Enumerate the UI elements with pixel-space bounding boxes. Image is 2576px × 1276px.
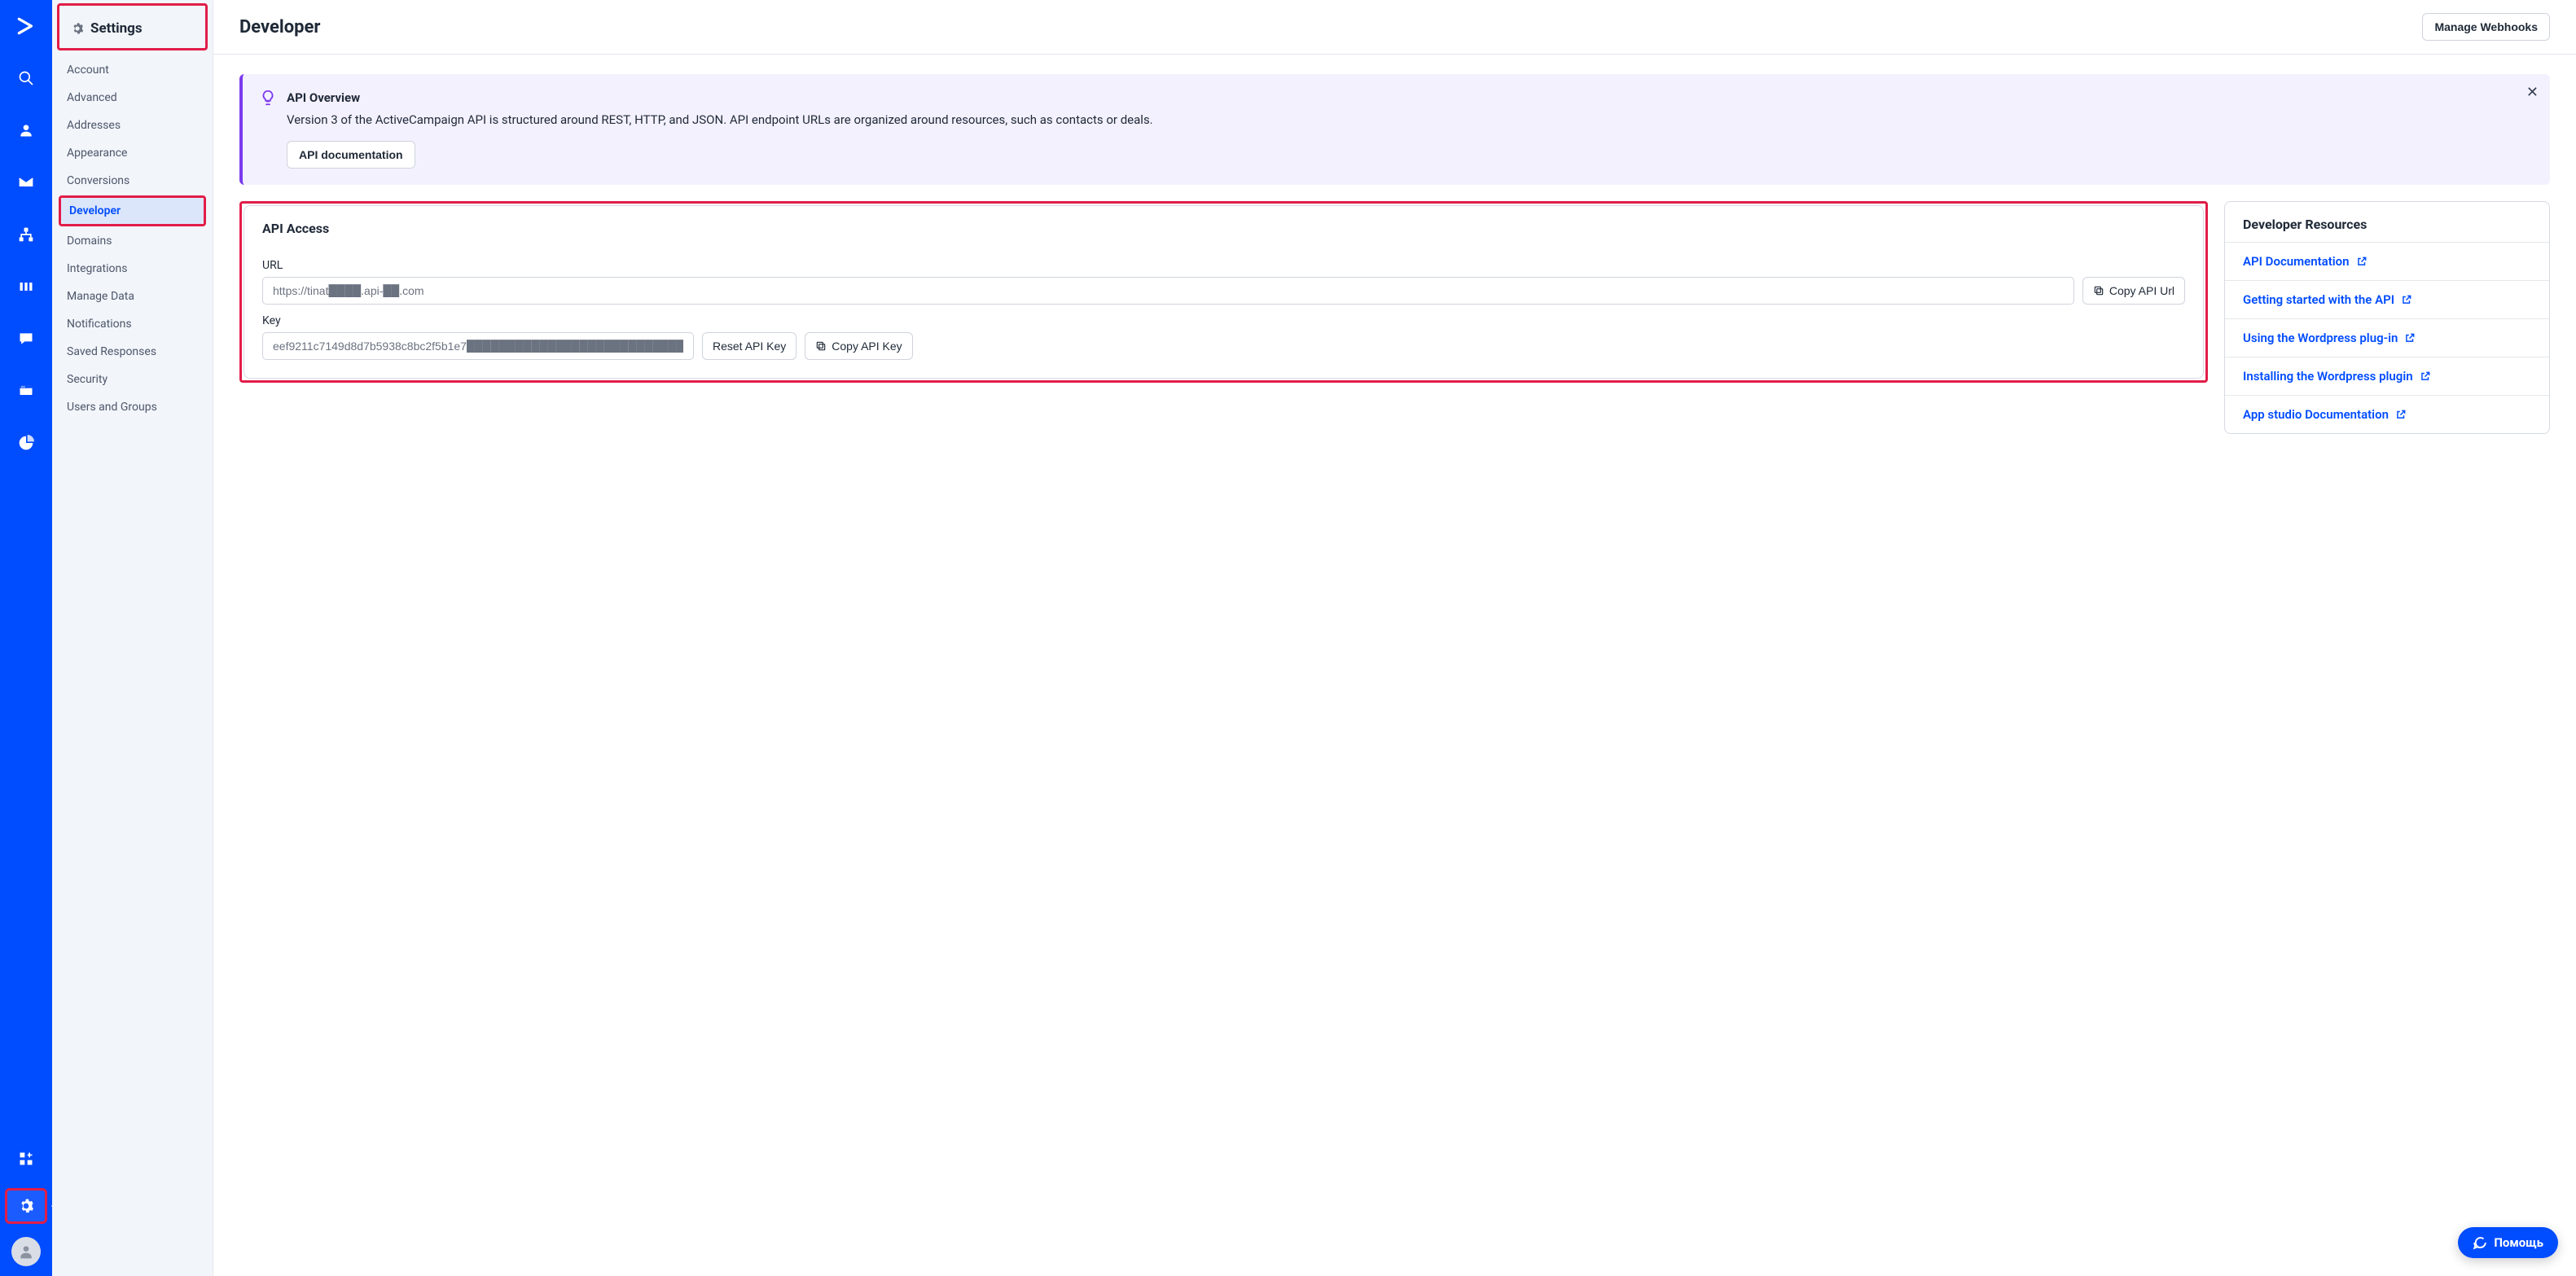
automations-icon[interactable] [10, 218, 42, 251]
api-documentation-button[interactable]: API documentation [287, 141, 415, 169]
banner-description: Version 3 of the ActiveCampaign API is s… [287, 112, 2534, 129]
settings-header: Settings [63, 7, 202, 46]
avatar[interactable] [11, 1237, 41, 1266]
reports-icon[interactable] [10, 427, 42, 459]
sidebar-item-advanced[interactable]: Advanced [59, 85, 206, 111]
main-content: Developer Manage Webhooks ✕ API Overview… [213, 0, 2576, 1276]
copy-icon [815, 340, 827, 352]
api-key-input[interactable] [262, 332, 694, 360]
developer-resources-card: Developer Resources API Documentation Ge… [2224, 201, 2550, 434]
page-title: Developer [239, 17, 320, 37]
external-link-icon [2420, 371, 2431, 382]
main-header: Developer Manage Webhooks [213, 0, 2576, 55]
settings-nav: Account Advanced Addresses Appearance Co… [52, 57, 213, 420]
chat-icon [2473, 1235, 2487, 1250]
site-icon[interactable] [10, 375, 42, 407]
sidebar-item-manage-data[interactable]: Manage Data [59, 283, 206, 309]
manage-webhooks-button[interactable]: Manage Webhooks [2422, 13, 2550, 41]
api-access-card: API Access URL Copy API Url Key [244, 205, 2204, 379]
sidebar-item-notifications[interactable]: Notifications [59, 311, 206, 337]
contacts-icon[interactable] [10, 114, 42, 147]
settings-sidebar: Settings Account Advanced Addresses Appe… [52, 0, 213, 1276]
close-icon[interactable]: ✕ [2526, 84, 2539, 101]
external-link-icon [2395, 409, 2407, 420]
resource-link-app-studio[interactable]: App studio Documentation [2243, 407, 2407, 422]
resource-link-api-doc[interactable]: API Documentation [2243, 254, 2368, 269]
sidebar-item-domains[interactable]: Domains [59, 228, 206, 254]
sidebar-item-addresses[interactable]: Addresses [59, 112, 206, 138]
key-label: Key [262, 314, 2185, 327]
sidebar-item-saved-responses[interactable]: Saved Responses [59, 339, 206, 365]
conversations-icon[interactable] [10, 322, 42, 355]
sidebar-item-developer[interactable]: Developer [61, 198, 204, 224]
api-access-title: API Access [244, 206, 2203, 241]
sidebar-item-integrations[interactable]: Integrations [59, 256, 206, 282]
lightbulb-icon [259, 89, 277, 107]
sidebar-item-conversions[interactable]: Conversions [59, 168, 206, 194]
sidebar-item-users-groups[interactable]: Users and Groups [59, 394, 206, 420]
sidebar-item-security[interactable]: Security [59, 366, 206, 392]
logo-icon[interactable] [10, 10, 42, 42]
search-icon[interactable] [10, 62, 42, 94]
copy-api-key-button[interactable]: Copy API Key [805, 332, 912, 360]
deals-icon[interactable] [10, 270, 42, 303]
sidebar-item-account[interactable]: Account [59, 57, 206, 83]
settings-title: Settings [90, 20, 143, 37]
resource-link-wp-plugin-use[interactable]: Using the Wordpress plug-in [2243, 331, 2416, 345]
external-link-icon [2356, 256, 2368, 267]
apps-icon[interactable] [10, 1142, 42, 1175]
sidebar-item-appearance[interactable]: Appearance [59, 140, 206, 166]
help-button[interactable]: Помощь [2458, 1227, 2558, 1258]
campaigns-icon[interactable] [10, 166, 42, 199]
settings-icon[interactable] [5, 1188, 47, 1224]
icon-sidebar [0, 0, 52, 1276]
copy-icon [2093, 285, 2104, 296]
external-link-icon [2404, 332, 2416, 344]
gear-icon [71, 22, 84, 35]
resource-link-wp-plugin-install[interactable]: Installing the Wordpress plugin [2243, 369, 2431, 384]
external-link-icon [2401, 294, 2412, 305]
copy-api-url-button[interactable]: Copy API Url [2082, 277, 2185, 305]
resources-title: Developer Resources [2225, 202, 2549, 242]
resource-link-getting-started[interactable]: Getting started with the API [2243, 292, 2412, 307]
reset-api-key-button[interactable]: Reset API Key [702, 332, 796, 360]
url-label: URL [262, 259, 2185, 272]
banner-title: API Overview [287, 90, 360, 105]
api-overview-banner: ✕ API Overview Version 3 of the ActiveCa… [239, 74, 2550, 185]
api-url-input[interactable] [262, 277, 2074, 305]
